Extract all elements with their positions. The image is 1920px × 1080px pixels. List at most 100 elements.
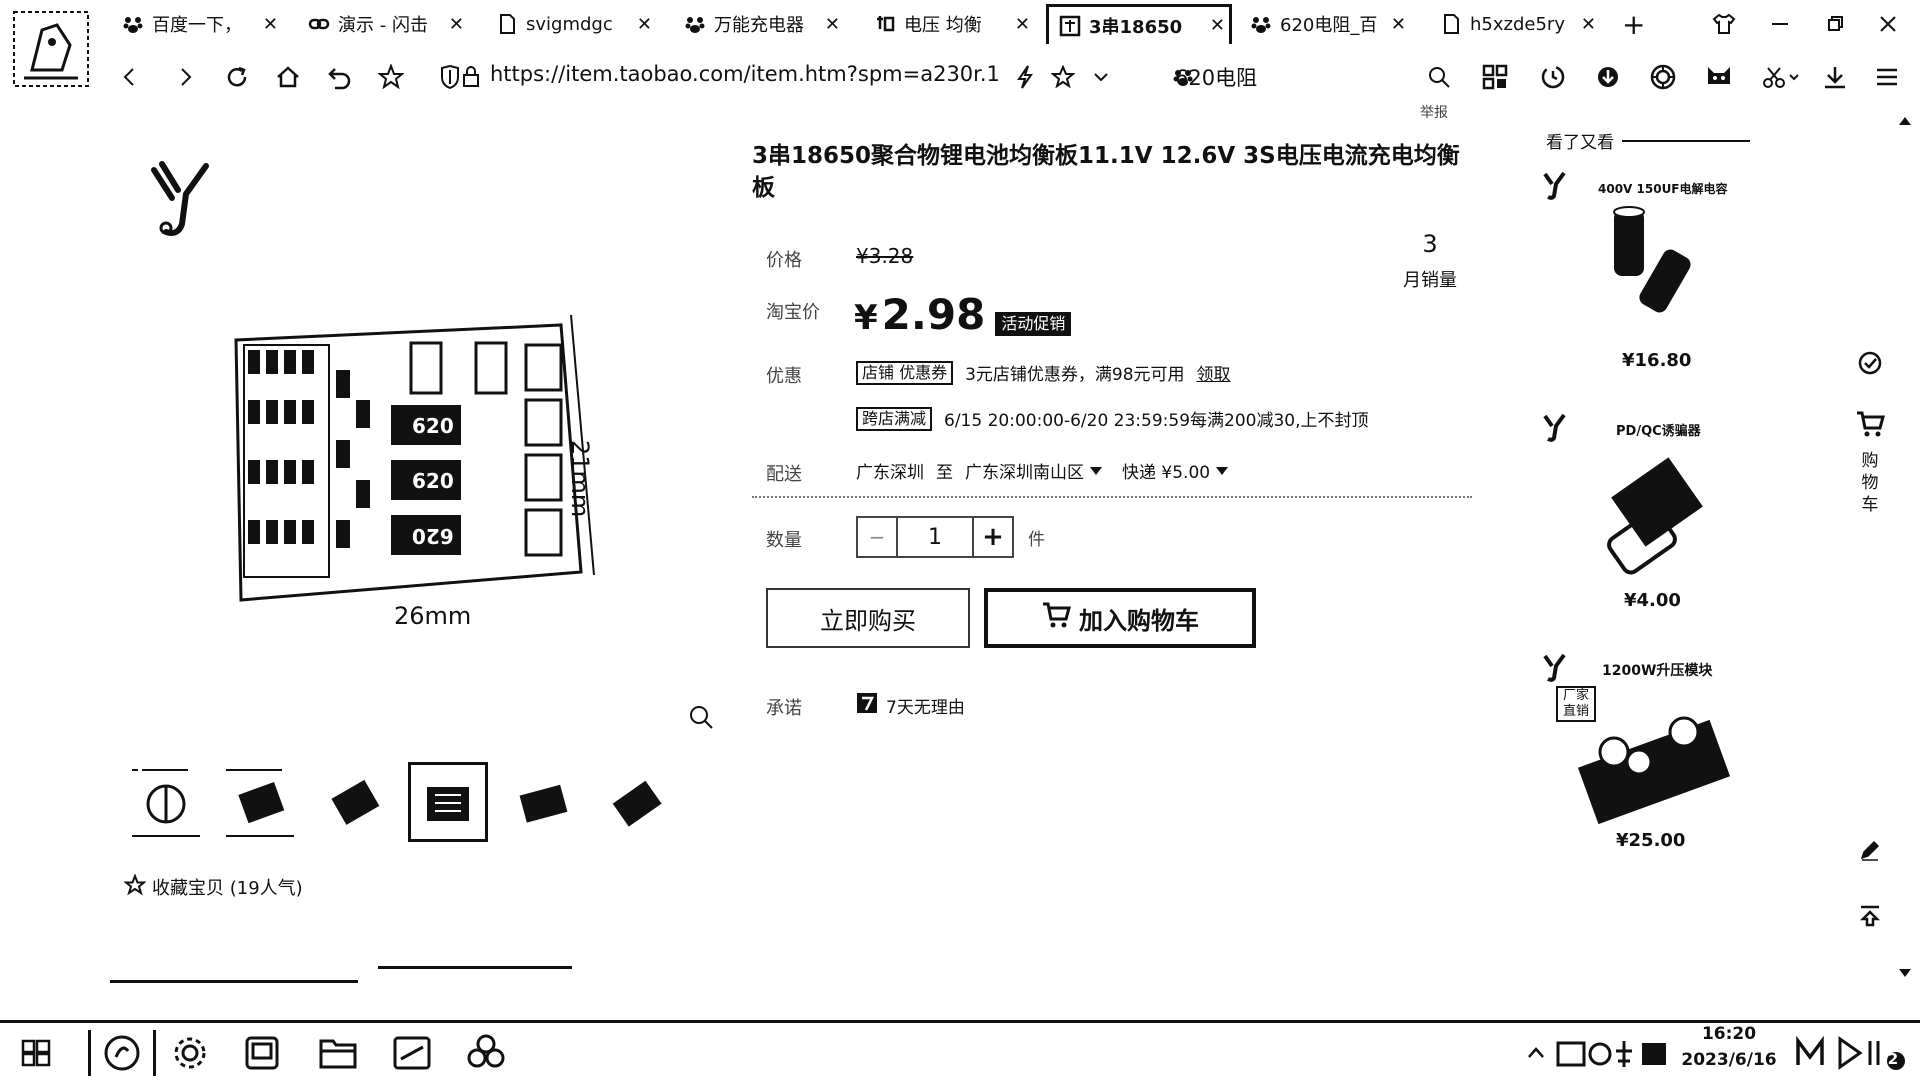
notification-count-badge: 2: [1887, 1050, 1899, 1068]
monthly-sales-label: 月销量: [1403, 270, 1457, 291]
search-box[interactable]: 620电阻: [1175, 62, 1257, 92]
tab-3[interactable]: 万能充电器 ✕: [684, 6, 844, 42]
taskbar-time[interactable]: 16:20: [1676, 1024, 1782, 1044]
tab-label: 万能充电器: [714, 15, 804, 36]
price-watch-button[interactable]: [1850, 350, 1890, 376]
shirt-icon[interactable]: [1712, 6, 1742, 42]
tab-4[interactable]: 电压 均衡 ✕: [874, 6, 1034, 42]
tab-5-active[interactable]: 3串18650 ✕: [1046, 4, 1232, 44]
close-icon[interactable]: ✕: [1387, 14, 1410, 35]
resistor-label-3: 620: [412, 524, 454, 548]
report-link[interactable]: 举报: [1420, 102, 1448, 122]
sidebar-item-2[interactable]: PD/QC诱骗器 ¥4.00: [1542, 412, 1772, 622]
close-icon[interactable]: ✕: [633, 14, 656, 35]
menu-icon[interactable]: [1872, 62, 1902, 92]
tab-label: 620电阻_百: [1280, 15, 1378, 36]
edit-icon[interactable]: [1850, 838, 1890, 862]
forward-icon[interactable]: [170, 62, 200, 92]
thumbnail-3[interactable]: [314, 762, 394, 842]
secure-lock-icon[interactable]: [436, 62, 486, 92]
thumbnail-1[interactable]: [126, 762, 206, 842]
image-width-label: 26mm: [394, 602, 472, 630]
qty-label: 数量: [766, 530, 802, 551]
shop-logo-icon: [1542, 170, 1568, 204]
input-method-icon[interactable]: [1790, 1030, 1830, 1076]
back-icon[interactable]: [115, 62, 145, 92]
currency-symbol: ¥: [854, 298, 878, 338]
scroll-up-icon[interactable]: [1898, 112, 1912, 131]
taobao-icon: [1059, 15, 1081, 37]
qty-decrease-button[interactable]: −: [856, 516, 898, 558]
buy-now-button[interactable]: 立即购买: [766, 588, 970, 648]
extension-icon[interactable]: [1648, 62, 1678, 92]
qty-increase-button[interactable]: +: [972, 516, 1014, 558]
resistor-label-1: 620: [412, 414, 454, 438]
lightning-icon[interactable]: [1010, 62, 1040, 92]
minimize-icon[interactable]: [1768, 6, 1798, 42]
thumbnail-2[interactable]: [220, 762, 300, 842]
add-to-cart-button[interactable]: 加入购物车: [984, 588, 1256, 648]
close-window-icon[interactable]: [1876, 6, 1906, 42]
star-icon[interactable]: [376, 62, 406, 92]
sync-icon[interactable]: [1538, 62, 1568, 92]
cart-label: 购物车: [1861, 451, 1879, 515]
close-icon[interactable]: ✕: [1206, 15, 1229, 36]
cat-icon[interactable]: [1704, 62, 1734, 92]
sidebar-item-name: 1200W升压模块: [1602, 663, 1713, 679]
delivery-to-dropdown[interactable]: 广东深圳南山区: [965, 458, 1102, 483]
cart-sidebar-button[interactable]: 购物车: [1850, 410, 1890, 516]
tab-2[interactable]: svigmdgc ✕: [496, 6, 656, 42]
tab-0[interactable]: 百度一下， ✕: [122, 6, 282, 42]
sidebar-item-name: 400V 150UF电解电容: [1598, 182, 1728, 196]
thumbnail-4-selected[interactable]: [408, 762, 488, 842]
download-manager-icon[interactable]: [1593, 62, 1623, 92]
sidebar-item-1[interactable]: 400V 150UF电解电容 ¥16.80: [1542, 170, 1772, 380]
zoom-icon[interactable]: [688, 704, 714, 734]
restore-icon[interactable]: [1824, 6, 1854, 42]
tab-6[interactable]: 620电阻_百 ✕: [1250, 6, 1410, 42]
favorite-button[interactable]: 收藏宝贝 (19人气): [123, 873, 303, 900]
download-icon[interactable]: [1820, 62, 1850, 92]
tray-icons[interactable]: [1552, 1030, 1672, 1076]
close-icon[interactable]: ✕: [1011, 14, 1034, 35]
search-icon[interactable]: [1424, 62, 1454, 92]
settings-gear-icon[interactable]: [166, 1030, 214, 1076]
thumbnail-5[interactable]: [502, 762, 582, 842]
seven-days-icon: [856, 692, 878, 719]
chevron-down-icon[interactable]: [1086, 62, 1116, 92]
qty-input[interactable]: 1: [898, 516, 972, 558]
tray-chevron-up-icon[interactable]: [1522, 1030, 1550, 1076]
sidebar-item-price: ¥16.80: [1622, 350, 1692, 371]
taskbar-app-6[interactable]: [462, 1030, 510, 1076]
apps-grid-icon[interactable]: [1480, 62, 1510, 92]
sidebar-item-3[interactable]: 1200W升压模块 厂家直销 ¥25.00: [1542, 652, 1772, 852]
reload-icon[interactable]: [222, 62, 252, 92]
original-price: ¥3.28: [856, 244, 914, 268]
taskbar-app-1[interactable]: [88, 1030, 156, 1076]
address-bar[interactable]: https://item.taobao.com/item.htm?spm=a23…: [490, 62, 1000, 86]
screenshot-icon[interactable]: [1760, 62, 1804, 92]
undo-icon[interactable]: [325, 62, 355, 92]
tab-7[interactable]: h5xzde5ry ✕: [1440, 6, 1600, 42]
close-icon[interactable]: ✕: [445, 14, 468, 35]
shipping-dropdown[interactable]: 快递 ¥5.00: [1122, 458, 1229, 483]
taskbar-app-5[interactable]: [388, 1030, 436, 1076]
taskbar-date[interactable]: 2023/6/16: [1676, 1050, 1782, 1070]
start-menu-icon[interactable]: [12, 1030, 60, 1076]
tab-label: svigmdgc: [526, 13, 613, 35]
home-icon[interactable]: [273, 62, 303, 92]
new-tab-button[interactable]: +: [1622, 6, 1652, 42]
main-product-image[interactable]: 620 620 620 26mm 21mm: [226, 310, 626, 640]
close-icon[interactable]: ✕: [1577, 14, 1600, 35]
close-icon[interactable]: ✕: [821, 14, 844, 35]
tab-1[interactable]: 演示 - 闪击 ✕: [308, 6, 468, 42]
file-explorer-icon[interactable]: [314, 1030, 362, 1076]
coupon-claim-link[interactable]: 领取: [1197, 360, 1231, 385]
current-price: ¥ 2.98 活动促销: [854, 290, 1072, 339]
close-icon[interactable]: ✕: [259, 14, 282, 35]
bookmark-star-icon[interactable]: [1048, 62, 1078, 92]
thumbnail-6[interactable]: [596, 762, 676, 842]
scroll-down-icon[interactable]: [1898, 964, 1912, 983]
back-to-top-icon[interactable]: [1850, 904, 1890, 928]
taskbar-app-3[interactable]: [238, 1030, 286, 1076]
